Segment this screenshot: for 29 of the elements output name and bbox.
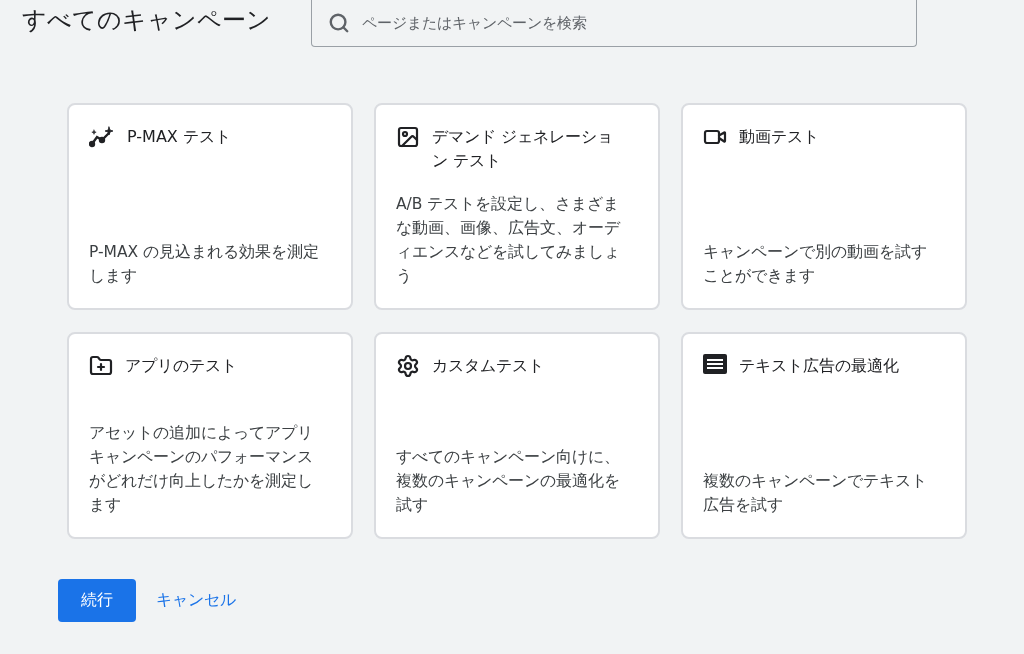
card-description: アセットの追加によってアプリキャンペーンのパフォーマンスがどれだけ向上したかを測定します <box>89 423 314 516</box>
continue-button[interactable]: 続行 <box>58 579 136 622</box>
settings-icon <box>396 354 420 378</box>
page-title: すべてのキャンペーン <box>22 5 271 36</box>
card-title: デマンド ジェネレーション テスト <box>432 126 615 172</box>
search-input[interactable]: ページまたはキャンペーンを検索 <box>360 12 900 33</box>
sparkle-chart-icon <box>89 125 115 149</box>
card-title: カスタムテスト <box>432 355 545 377</box>
card-description: キャンペーンで別の動画を試すことができます <box>703 242 928 287</box>
card-description: A/B テストを設定し、さまざまな動画、画像、広告文、オーディエンスなどを試してみましょう <box>396 194 622 287</box>
card-title: 動画テスト <box>739 126 820 148</box>
cancel-link[interactable]: キャンセル <box>156 590 236 611</box>
search-icon <box>328 11 350 34</box>
card-title: P-MAX テスト <box>127 126 232 148</box>
folder-plus-icon <box>89 354 113 378</box>
test-type-card[interactable]: カスタムテスト すべてのキャンペーン向けに、複数のキャンペーンの最適化を試す <box>374 332 660 539</box>
search-field[interactable]: ページまたはキャンペーンを検索 <box>311 0 917 47</box>
card-title: アプリのテスト <box>125 355 238 377</box>
test-type-card[interactable]: 動画テスト キャンペーンで別の動画を試すことができます <box>681 103 967 310</box>
card-title: テキスト広告の最適化 <box>739 355 900 377</box>
test-type-card[interactable]: デマンド ジェネレーション テスト A/B テストを設定し、さまざまな動画、画像、広告文、オーディエンスなどを試してみましょう <box>374 103 660 310</box>
card-description: すべてのキャンペーン向けに、複数のキャンペーンの最適化を試す <box>396 447 621 516</box>
card-description: P-MAX の見込まれる効果を測定します <box>89 242 321 287</box>
test-type-card[interactable]: アプリのテスト アセットの追加によってアプリキャンペーンのパフォーマンスがどれだけ向上したかを測定します <box>67 332 353 539</box>
test-type-card[interactable]: P-MAX テスト P-MAX の見込まれる効果を測定します <box>67 103 353 310</box>
card-description: 複数のキャンペーンでテキスト広告を試す <box>703 471 928 516</box>
test-type-card[interactable]: テキスト広告の最適化 複数のキャンペーンでテキスト広告を試す <box>681 332 967 539</box>
image-icon <box>396 125 420 149</box>
text-lines-icon <box>703 354 727 374</box>
